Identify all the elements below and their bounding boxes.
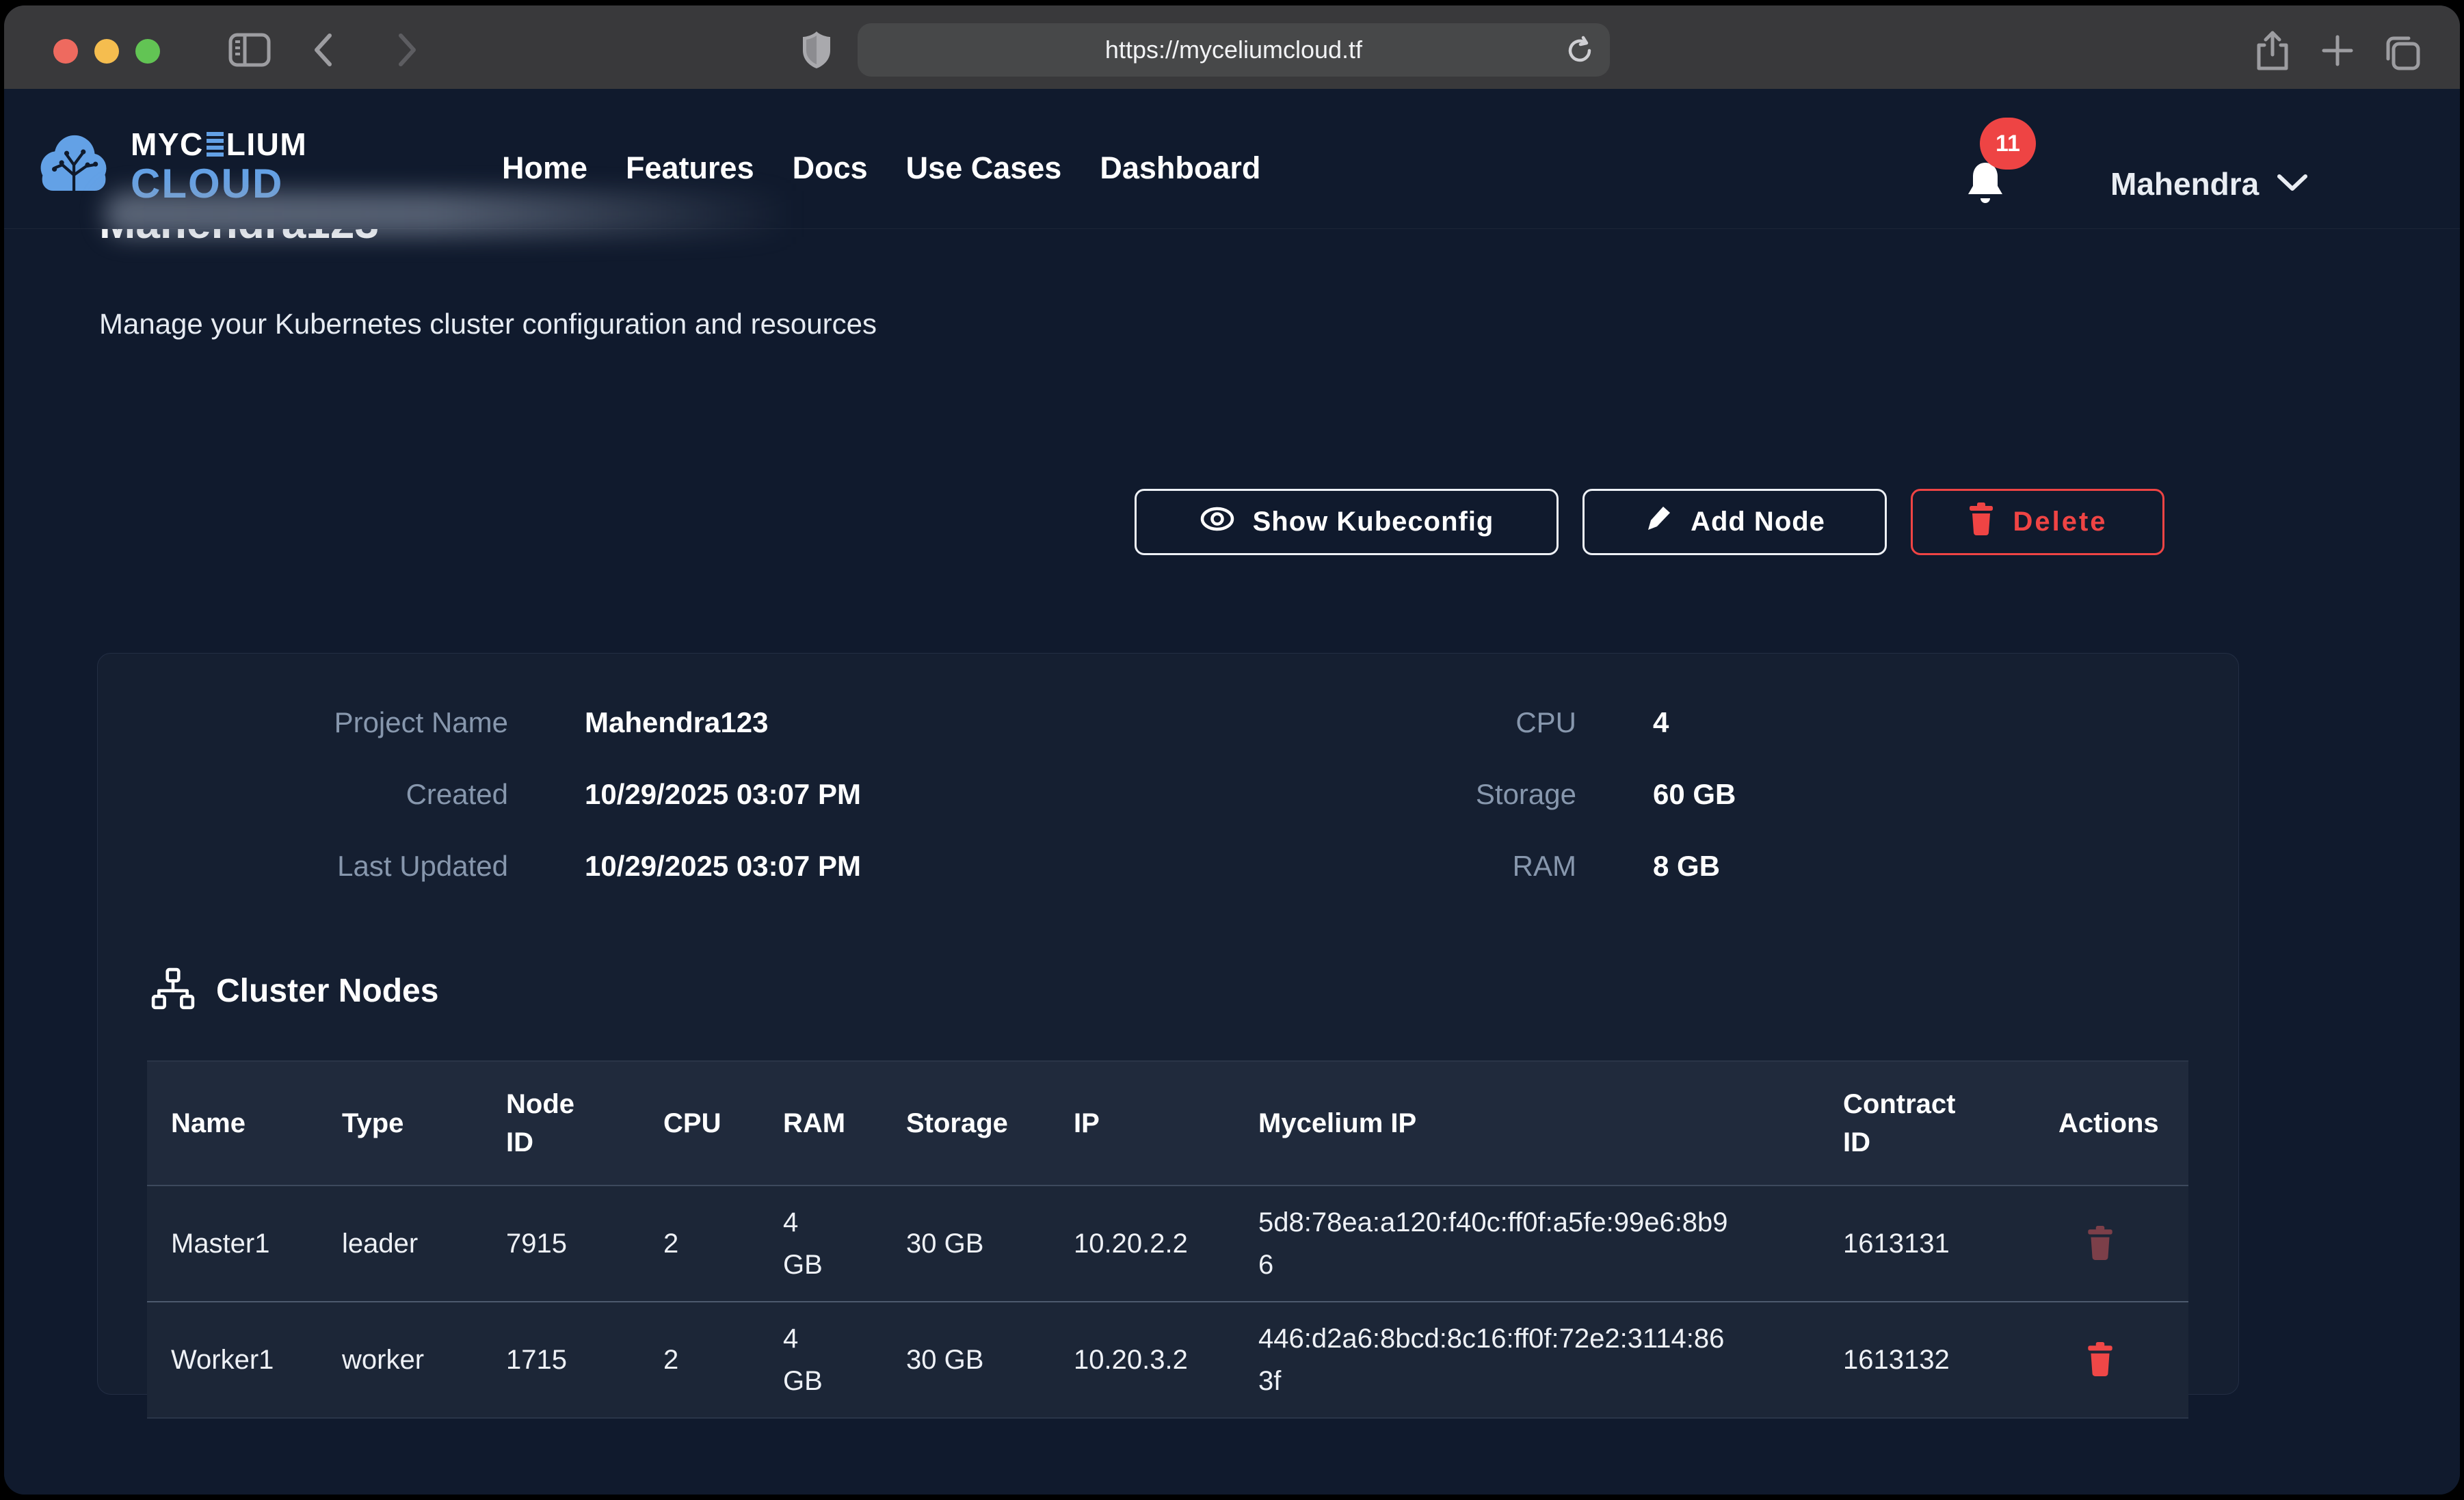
cpu-label: CPU <box>1156 686 1576 758</box>
reload-icon[interactable] <box>1565 36 1595 66</box>
nav-item-use-cases[interactable]: Use Cases <box>906 150 1062 186</box>
address-bar-url: https://myceliumcloud.tf <box>1105 36 1362 64</box>
cell-mycelium-ip: 446:d2a6:8bcd:8c16:ff0f:72e2:3114:863f <box>1234 1302 1819 1418</box>
ram-value: 8 GB <box>1653 830 1736 902</box>
cell-node-id: 1715 <box>482 1302 639 1418</box>
cell-storage: 30 GB <box>882 1302 1050 1418</box>
cluster-nodes-title: Cluster Nodes <box>216 972 438 1010</box>
webpage-content: MYCLIUM CLOUD Home Features Docs Use Cas… <box>4 89 2460 1495</box>
privacy-shield-icon[interactable] <box>802 30 832 70</box>
address-bar[interactable]: https://myceliumcloud.tf <box>858 23 1610 77</box>
show-kubeconfig-button[interactable]: Show Kubeconfig <box>1135 489 1559 555</box>
new-tab-icon[interactable] <box>2320 33 2355 68</box>
created-value: 10/29/2025 03:07 PM <box>585 758 861 830</box>
cell-ram: 4 GB <box>759 1302 882 1418</box>
cell-mycelium-ip: 5d8:78ea:a120:f40c:ff0f:a5fe:99e6:8b96 <box>1234 1186 1819 1302</box>
browser-titlebar: https://myceliumcloud.tf <box>4 5 2460 89</box>
last-updated-value: 10/29/2025 03:07 PM <box>585 830 861 902</box>
safari-window: https://myceliumcloud.tf <box>4 5 2460 1495</box>
forward-button-icon[interactable] <box>398 33 417 67</box>
cell-contract-id: 1613131 <box>1819 1186 2035 1302</box>
delete-cluster-button[interactable]: Delete <box>1911 489 2164 555</box>
col-header-node-id: Node ID <box>482 1061 639 1186</box>
chevron-down-icon <box>2277 173 2308 196</box>
add-node-label: Add Node <box>1691 507 1825 537</box>
delete-node-button[interactable] <box>2086 1342 2115 1378</box>
pencil-icon <box>1644 504 1673 541</box>
close-window-button[interactable] <box>53 39 78 64</box>
col-header-type: Type <box>318 1061 482 1186</box>
cell-storage: 30 GB <box>882 1186 1050 1302</box>
notification-count-badge: 11 <box>1980 118 2036 170</box>
cell-cpu: 2 <box>639 1302 759 1418</box>
brand-lium: LIUM <box>226 127 307 161</box>
minimize-window-button[interactable] <box>94 39 119 64</box>
stylized-e-glyph <box>207 132 224 157</box>
project-name-label: Project Name <box>98 686 508 758</box>
col-header-mycelium-ip: Mycelium IP <box>1234 1061 1819 1186</box>
nav-item-dashboard[interactable]: Dashboard <box>1100 150 1260 186</box>
cluster-details-panel: Project Name Mahendra123 Created 10/29/2… <box>97 653 2239 1395</box>
storage-value: 60 GB <box>1653 758 1736 830</box>
cell-type: leader <box>318 1186 482 1302</box>
col-header-ip: IP <box>1050 1061 1234 1186</box>
cell-contract-id: 1613132 <box>1819 1302 2035 1418</box>
eye-icon <box>1200 506 1235 539</box>
cell-actions <box>2035 1186 2188 1302</box>
project-name-value: Mahendra123 <box>585 686 861 758</box>
cell-ram: 4 GB <box>759 1186 882 1302</box>
sidebar-toggle-icon[interactable] <box>228 33 271 67</box>
ram-label: RAM <box>1156 830 1576 902</box>
col-header-cpu: CPU <box>639 1061 759 1186</box>
last-updated-label: Last Updated <box>98 830 508 902</box>
brand-myc: MYC <box>131 127 204 161</box>
cell-name: Master1 <box>147 1186 318 1302</box>
show-kubeconfig-label: Show Kubeconfig <box>1253 507 1494 537</box>
share-icon[interactable] <box>2255 30 2290 72</box>
col-header-contract-id: Contract ID <box>1819 1061 2035 1186</box>
cell-actions <box>2035 1302 2188 1418</box>
cell-type: worker <box>318 1302 482 1418</box>
col-header-storage: Storage <box>882 1061 1050 1186</box>
user-menu[interactable]: Mahendra <box>2110 165 2308 202</box>
cluster-nodes-table: Name Type Node ID CPU RAM Storage IP Myc… <box>147 1060 2188 1419</box>
table-header-row: Name Type Node ID CPU RAM Storage IP Myc… <box>147 1061 2188 1186</box>
col-header-actions: Actions <box>2035 1061 2188 1186</box>
cell-ip: 10.20.3.2 <box>1050 1302 1234 1418</box>
cell-node-id: 7915 <box>482 1186 639 1302</box>
cpu-value: 4 <box>1653 686 1736 758</box>
cluster-info-left: Project Name Mahendra123 Created 10/29/2… <box>98 686 861 902</box>
add-node-button[interactable]: Add Node <box>1582 489 1887 555</box>
nav-item-home[interactable]: Home <box>502 150 587 186</box>
cell-name: Worker1 <box>147 1302 318 1418</box>
page-subtitle: Manage your Kubernetes cluster configura… <box>99 308 877 340</box>
cluster-info-right: CPU 4 Storage 60 GB RAM 8 GB <box>1156 686 1736 902</box>
table-row: Worker1 worker 1715 2 4 GB 30 GB 10.20.3… <box>147 1302 2188 1418</box>
network-icon <box>150 967 196 1015</box>
back-button-icon[interactable] <box>313 33 332 67</box>
table-row: Master1 leader 7915 2 4 GB 30 GB 10.20.2… <box>147 1186 2188 1302</box>
created-label: Created <box>98 758 508 830</box>
cell-ip: 10.20.2.2 <box>1050 1186 1234 1302</box>
col-header-ram: RAM <box>759 1061 882 1186</box>
storage-label: Storage <box>1156 758 1576 830</box>
cluster-actions-row: Show Kubeconfig Add Node Delete <box>1135 489 2164 555</box>
cell-cpu: 2 <box>639 1186 759 1302</box>
delete-label: Delete <box>2013 507 2107 537</box>
zoom-window-button[interactable] <box>135 39 160 64</box>
delete-node-button[interactable] <box>2086 1226 2115 1262</box>
nav-item-features[interactable]: Features <box>626 150 754 186</box>
cluster-nodes-heading: Cluster Nodes <box>150 967 438 1015</box>
nav-item-docs[interactable]: Docs <box>793 150 868 186</box>
blurred-title-under-header <box>104 191 890 237</box>
tab-overview-icon[interactable] <box>2379 31 2422 71</box>
user-name: Mahendra <box>2110 165 2259 202</box>
col-header-name: Name <box>147 1061 318 1186</box>
cloud-tree-logo-icon <box>34 123 113 207</box>
trash-icon <box>1968 503 1995 542</box>
